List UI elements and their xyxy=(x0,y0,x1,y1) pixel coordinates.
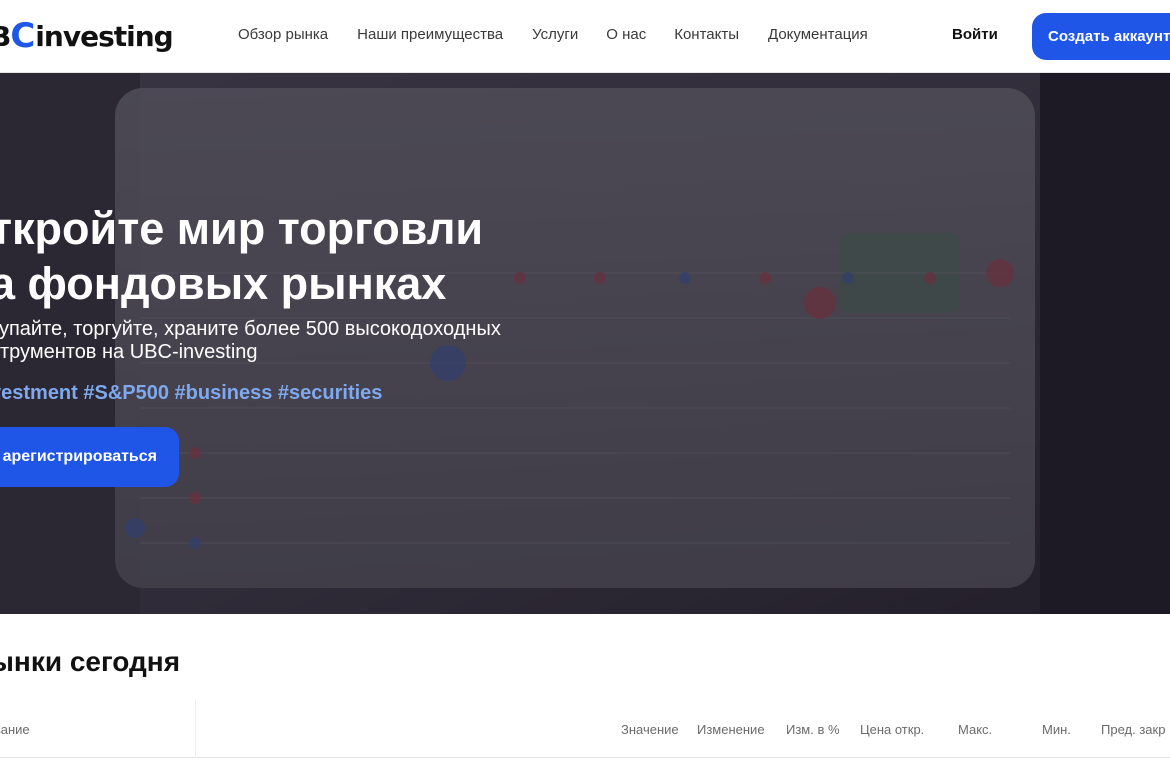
login-link[interactable]: Войти xyxy=(952,26,998,43)
hero-subtitle: купайте, торгуйте, храните более 500 выс… xyxy=(0,318,501,363)
markets-table-header: вание Значение Изменение Изм. в % Цена о… xyxy=(0,700,1170,758)
nav-advantages[interactable]: Наши преимущества xyxy=(357,26,503,43)
register-button[interactable]: арегистрироваться xyxy=(0,427,179,487)
hero-title: ткройте мир торговли а фондовых рынках xyxy=(0,203,484,309)
col-low[interactable]: Мин. xyxy=(1042,722,1071,737)
nav-about[interactable]: О нас xyxy=(606,26,646,43)
logo[interactable]: BCinvesting xyxy=(0,16,174,56)
logo-prefix: B xyxy=(0,20,11,53)
col-name[interactable]: вание xyxy=(0,722,30,737)
logo-c: C xyxy=(10,16,35,56)
markets-title: ынки сегодня xyxy=(0,646,181,677)
hero-section: ткройте мир торговли а фондовых рынках к… xyxy=(0,73,1170,614)
nav-market-overview[interactable]: Обзор рынка xyxy=(238,26,328,43)
hero-hashtags: vestment #S&P500 #business #securities xyxy=(0,382,383,404)
col-value[interactable]: Значение xyxy=(621,722,679,737)
nav-services[interactable]: Услуги xyxy=(532,26,578,43)
col-open-price[interactable]: Цена откр. xyxy=(860,722,924,737)
col-high[interactable]: Макс. xyxy=(958,722,992,737)
nav-documentation[interactable]: Документация xyxy=(768,26,868,43)
site-header: BCinvesting Обзор рынка Наши преимуществ… xyxy=(0,0,1170,73)
create-account-button[interactable]: Создать аккаунт xyxy=(1032,13,1170,60)
col-change-percent[interactable]: Изм. в % xyxy=(786,722,840,737)
logo-text: investing xyxy=(35,19,173,53)
col-change[interactable]: Изменение xyxy=(697,722,765,737)
col-prev-close[interactable]: Пред. закр xyxy=(1101,722,1165,737)
main-nav: Обзор рынка Наши преимущества Услуги О н… xyxy=(238,26,868,43)
nav-contacts[interactable]: Контакты xyxy=(674,26,739,43)
